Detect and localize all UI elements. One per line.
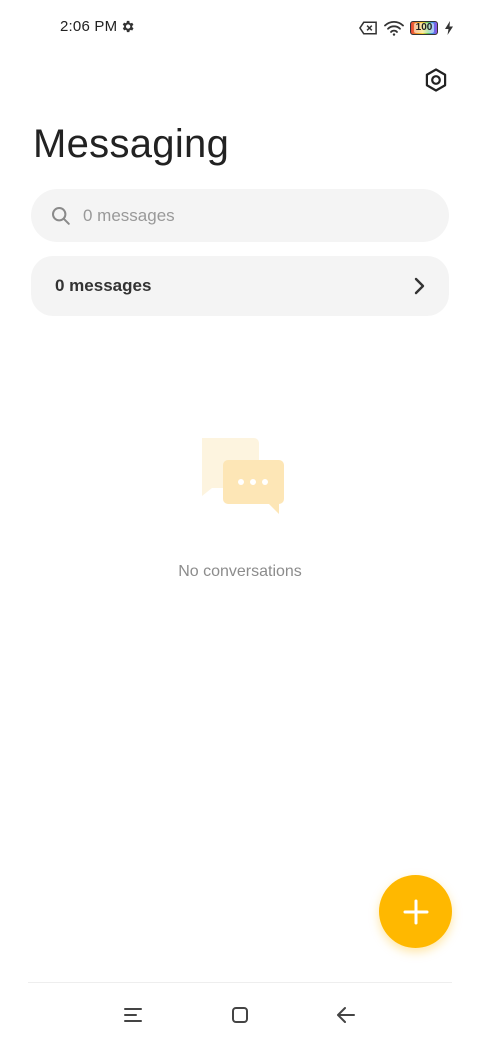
status-icons: 100	[359, 18, 454, 38]
search-bar[interactable]	[31, 189, 449, 242]
chevron-right-icon	[414, 277, 425, 295]
settings-hexagon-icon	[425, 68, 447, 92]
search-input[interactable]	[83, 205, 383, 226]
menu-icon	[124, 1008, 142, 1022]
chat-bubbles-icon	[202, 438, 284, 514]
plus-icon	[403, 899, 428, 924]
messages-row-label: 0 messages	[55, 276, 152, 295]
nav-menu-button[interactable]	[116, 998, 150, 1032]
page-title: Messaging	[33, 122, 230, 166]
wifi-icon	[384, 21, 404, 36]
settings-button[interactable]	[420, 64, 452, 96]
status-bar: 2:06 PM 100	[0, 0, 480, 56]
status-time: 2:06 PM	[60, 18, 118, 35]
nav-divider	[28, 982, 452, 983]
nav-back-button[interactable]	[329, 998, 363, 1032]
back-arrow-icon	[337, 1007, 355, 1023]
messaging-screen: 2:06 PM 100 Messaging 0 messages 0 messa…	[0, 0, 480, 1040]
nav-home-button[interactable]	[223, 998, 257, 1032]
messages-row[interactable]: 0 messages	[31, 256, 449, 316]
navigation-bar	[0, 990, 480, 1040]
gear-icon	[122, 20, 134, 33]
battery-icon: 100	[410, 21, 438, 35]
charging-bolt-icon	[445, 21, 453, 35]
empty-state-text: No conversations	[178, 563, 302, 580]
home-square-icon	[232, 1007, 248, 1023]
sim-x-icon	[359, 21, 377, 35]
new-conversation-button[interactable]	[379, 875, 452, 948]
battery-level: 100	[413, 22, 435, 33]
search-icon	[52, 206, 70, 225]
